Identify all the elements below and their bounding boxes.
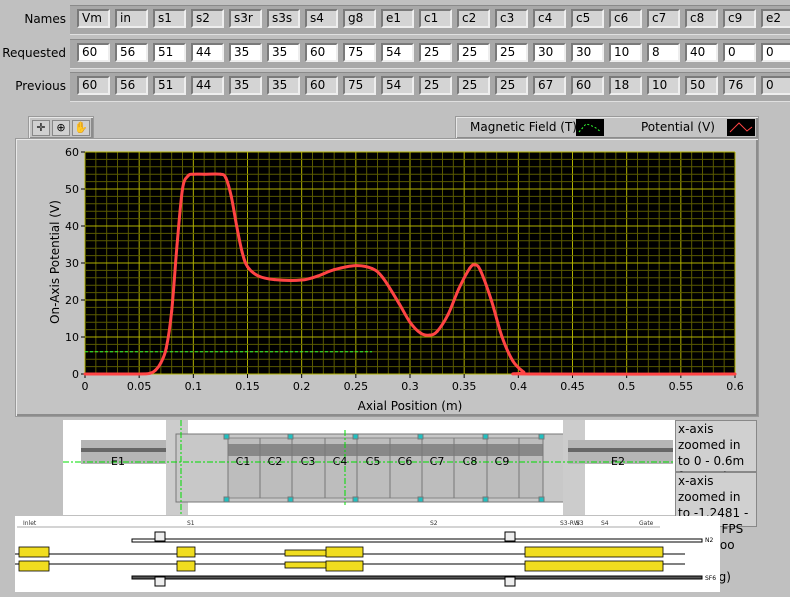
electrode-label-C6: C6	[398, 455, 413, 468]
electrode-seal	[352, 496, 359, 503]
x-tick-label: 0	[82, 380, 89, 393]
potential-point	[419, 331, 423, 335]
y-tick-label: 20	[65, 294, 79, 307]
x-tick-label: 0.45	[560, 380, 585, 393]
potential-point	[246, 265, 249, 269]
y-tick-label: 10	[65, 331, 79, 344]
x-tick-label: 0.25	[344, 380, 369, 393]
x-tick-label: 0.35	[452, 380, 477, 393]
potential-point	[256, 274, 260, 278]
potential-point	[354, 264, 358, 268]
potential-point	[137, 372, 141, 376]
electrode-label-C2: C2	[268, 455, 283, 468]
stacker-zoom-note: x-axis zoomed in to 0 - 0.6m for stacker…	[675, 420, 757, 500]
potential-point	[397, 302, 401, 306]
y-tick-label: 0	[72, 368, 79, 381]
potential-point	[457, 287, 461, 291]
potential-point	[229, 194, 233, 198]
electrode-seal	[223, 496, 230, 503]
electrode-label-C5: C5	[366, 455, 381, 468]
potential-point	[159, 361, 163, 365]
fps-section-S1: S1	[187, 520, 195, 527]
fps-section-S2: S2	[430, 520, 438, 527]
x-tick-label: 0.1	[185, 380, 203, 393]
gas-n2-label: N2	[705, 537, 713, 544]
gas-sf6-label: SF6	[705, 575, 716, 582]
x-axis-label: Axial Position (m)	[357, 399, 463, 413]
potential-point	[186, 174, 190, 178]
electrode-label-E1: E1	[111, 455, 125, 468]
electrode-seal	[287, 496, 294, 503]
electrode-seal	[538, 496, 545, 503]
potential-point	[273, 278, 277, 282]
potential-point	[181, 187, 184, 191]
potential-point	[511, 359, 515, 363]
electrode-seal	[352, 433, 359, 440]
fps-section-Gate: Gate	[639, 520, 654, 527]
x-tick-label: 0.05	[127, 380, 152, 393]
potential-point	[489, 298, 493, 302]
x-tick-label: 0.3	[401, 380, 419, 393]
electrode-seal	[417, 496, 424, 503]
potential-point	[191, 172, 195, 176]
electrode-seal	[482, 496, 489, 503]
potential-point	[478, 268, 482, 272]
fps-section-Inlet: Inlet	[23, 520, 37, 527]
potential-point	[202, 172, 206, 176]
potential-point	[240, 250, 244, 254]
potential-point	[733, 372, 737, 376]
potential-point	[428, 333, 431, 337]
potential-point	[468, 267, 472, 271]
potential-point	[332, 268, 336, 272]
electrode-label-C7: C7	[430, 455, 445, 468]
potential-point	[83, 372, 87, 376]
potential-point	[473, 263, 477, 267]
potential-point	[381, 276, 385, 280]
potential-point	[446, 313, 450, 317]
potential-point	[408, 320, 412, 324]
potential-point	[370, 267, 374, 271]
electrode-seal	[538, 433, 545, 440]
potential-point	[522, 370, 526, 374]
x-tick-label: 0.55	[669, 380, 694, 393]
electrode-label-E2: E2	[611, 455, 625, 468]
y-axis-label: On-Axis Potential (V)	[48, 200, 62, 324]
electrode-label-C1: C1	[236, 455, 251, 468]
y-tick-label: 40	[65, 220, 79, 233]
x-tick-label: 0.2	[293, 380, 311, 393]
potential-point	[170, 309, 174, 313]
electrode-label-C4: C4	[333, 455, 348, 468]
potential-chart[interactable]: 0 0.05 0.1 0.15 0.2 0.25 0.3 0.35 0.4 0.45 0.5 0.55…	[0, 0, 790, 420]
fps-section-S4: S4	[601, 520, 609, 527]
potential-point	[435, 329, 439, 333]
potential-point	[164, 346, 168, 350]
potential-point	[218, 172, 222, 176]
potential-point	[153, 368, 157, 372]
y-tick-label: 30	[65, 257, 79, 270]
x-tick-label: 0.4	[510, 380, 528, 393]
electrode-label-C9: C9	[495, 455, 510, 468]
x-tick-label: 0.5	[618, 380, 636, 393]
x-tick-label: 0.6	[726, 380, 744, 393]
electrode-seal	[223, 433, 230, 440]
electrode-seal	[417, 433, 424, 440]
electrode-seal	[287, 433, 294, 440]
potential-point	[300, 278, 304, 282]
x-tick-label: 0.15	[235, 380, 260, 393]
fps-diagram: Inlet S1 S2 S3-RWS3 S4 Gate N2 SF6	[15, 516, 720, 592]
fps-section-S3: S3	[576, 520, 584, 527]
potential-point	[527, 372, 531, 376]
potential-point	[500, 335, 504, 339]
electrode-seal	[482, 433, 489, 440]
electrode-label-C3: C3	[301, 455, 316, 468]
potential-point	[235, 224, 239, 228]
stacker-schematic: E1 C1 C2 C3 C4 C5 C6 C7 C8 C9 E2	[63, 420, 675, 515]
y-tick-label: 50	[65, 183, 79, 196]
y-tick-label: 60	[65, 146, 79, 159]
potential-point	[316, 274, 320, 278]
potential-point	[148, 371, 152, 375]
potential-point	[224, 176, 228, 180]
electrode-label-C8: C8	[463, 455, 478, 468]
potential-point	[175, 243, 179, 246]
